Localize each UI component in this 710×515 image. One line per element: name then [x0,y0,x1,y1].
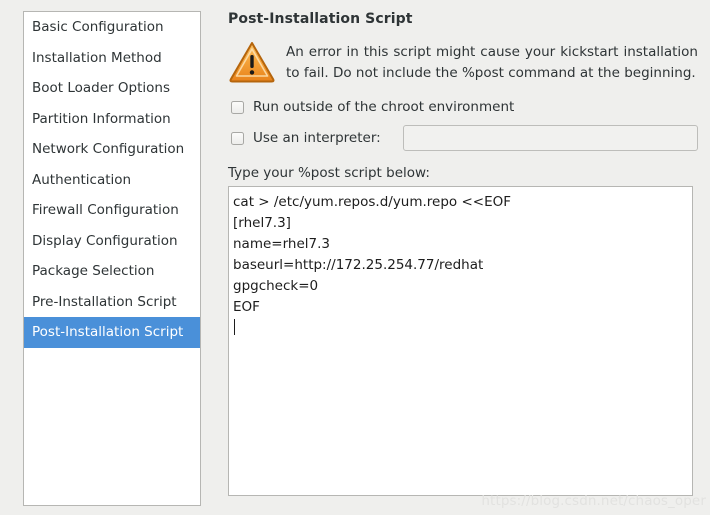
sidebar-item-post-installation-script[interactable]: Post-Installation Script [24,317,200,348]
sidebar-item-display-configuration[interactable]: Display Configuration [24,226,200,257]
sidebar-item-boot-loader-options[interactable]: Boot Loader Options [24,73,200,104]
checkbox-row-interpreter[interactable]: Use an interpreter: [228,125,698,151]
sidebar-item-basic-configuration[interactable]: Basic Configuration [24,12,200,43]
run-outside-chroot-label: Run outside of the chroot environment [253,99,515,115]
script-line: baseurl=http://172.25.254.77/redhat [233,257,484,273]
warning-banner: An error in this script might cause your… [228,37,698,84]
page-title: Post-Installation Script [228,11,413,27]
script-line: name=rhel7.3 [233,236,330,252]
script-line: cat > /etc/yum.repos.d/yum.repo <<EOF [233,194,512,210]
script-area-label: Type your %post script below: [228,165,430,181]
sidebar-item-network-configuration[interactable]: Network Configuration [24,134,200,165]
text-caret [234,319,235,335]
warning-message: An error in this script might cause your… [286,44,698,81]
sidebar-item-authentication[interactable]: Authentication [24,165,200,196]
sidebar-item-pre-installation-script[interactable]: Pre-Installation Script [24,287,200,318]
content-pane: Post-Installation Script An error in thi… [228,11,698,496]
sidebar-item-firewall-configuration[interactable]: Firewall Configuration [24,195,200,226]
use-interpreter-checkbox[interactable] [231,131,244,145]
interpreter-input[interactable] [402,125,698,151]
checkbox-row-chroot[interactable]: Run outside of the chroot environment [228,94,698,120]
script-line: EOF [233,299,260,315]
use-interpreter-label: Use an interpreter: [253,130,381,146]
sidebar-item-partition-information[interactable]: Partition Information [24,104,200,135]
run-outside-chroot-checkbox[interactable] [231,100,244,114]
script-line: [rhel7.3] [233,215,291,231]
script-line: gpgcheck=0 [233,278,319,294]
warning-triangle-icon [228,39,276,83]
sidebar-item-package-selection[interactable]: Package Selection [24,256,200,287]
navigation-sidebar[interactable]: Basic Configuration Installation Method Bo… [23,11,201,506]
script-caret-line [233,318,688,339]
post-script-textarea[interactable]: cat > /etc/yum.repos.d/yum.repo <<EOF [rh… [228,186,693,496]
sidebar-item-installation-method[interactable]: Installation Method [24,43,200,74]
